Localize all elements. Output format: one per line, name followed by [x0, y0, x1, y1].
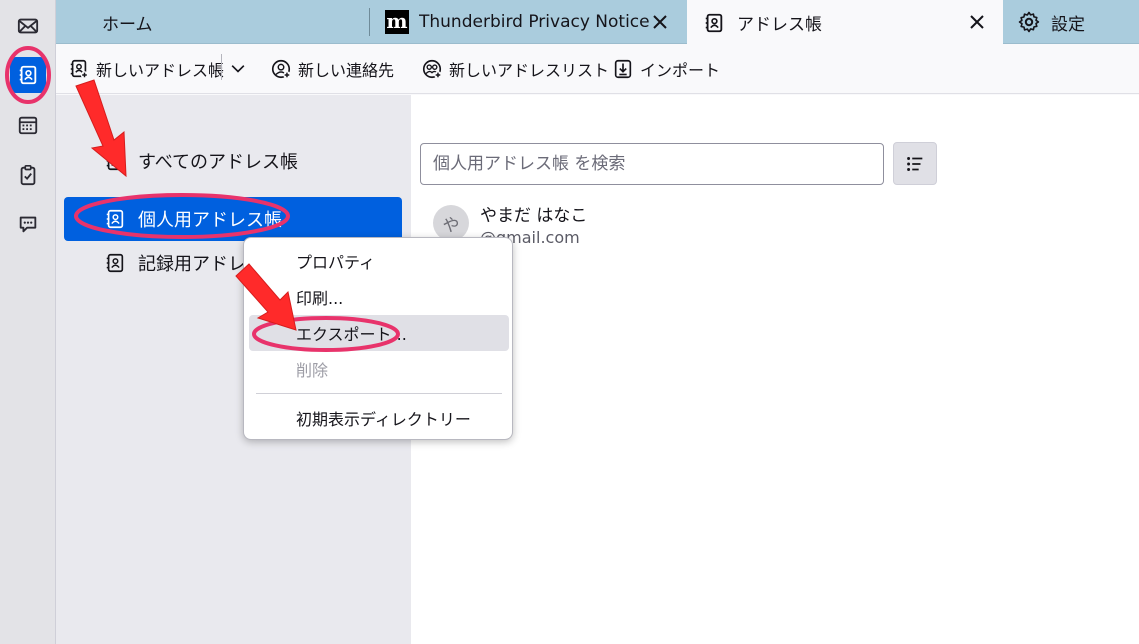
menu-item-print[interactable]: 印刷... — [249, 279, 509, 315]
addressbook-icon — [106, 209, 124, 229]
addressbook-icon — [106, 151, 124, 171]
addressbook-icon — [19, 65, 37, 85]
close-icon — [653, 15, 667, 29]
mozilla-favicon-icon: m — [385, 9, 409, 34]
mail-space-button[interactable] — [10, 8, 46, 44]
mail-icon — [17, 18, 39, 34]
new-list-button[interactable]: 新しいアドレスリスト — [421, 54, 609, 84]
addressbook-toolbar: 新しいアドレス帳 新しい連絡先 新しいアドレスリスト インポート — [56, 44, 1139, 94]
addressbook-space-button[interactable] — [10, 57, 46, 93]
close-icon — [970, 15, 984, 29]
book-context-menu: プロパティ 印刷... エクスポート... 削除 初期表示ディレクトリー — [243, 237, 513, 440]
book-label: すべてのアドレス帳 — [138, 152, 299, 173]
chat-icon — [19, 216, 37, 233]
tab-home[interactable]: ホーム — [56, 0, 369, 44]
list-options-icon — [907, 156, 923, 171]
spaces-toolbar — [0, 0, 56, 644]
gear-icon — [1018, 11, 1040, 33]
addressbook-icon — [106, 253, 124, 273]
tab-label: アドレス帳 — [737, 15, 822, 35]
new-addressbook-button[interactable]: 新しいアドレス帳 — [68, 54, 224, 84]
menu-item-export[interactable]: エクスポート... — [249, 315, 509, 351]
book-label: 個人用アドレス帳 — [138, 210, 282, 231]
addressbook-icon — [705, 13, 723, 32]
avatar: や — [433, 205, 469, 241]
tab-label: 設定 — [1051, 14, 1085, 35]
new-addressbook-icon — [70, 59, 89, 79]
new-contact-button[interactable]: 新しい連絡先 — [270, 54, 394, 84]
import-button[interactable]: インポート — [612, 54, 720, 84]
tab-separator — [369, 8, 370, 36]
import-label: インポート — [640, 61, 721, 80]
menu-item-default-directory[interactable]: 初期表示ディレクトリー — [249, 400, 509, 436]
tab-close-button[interactable] — [648, 10, 672, 34]
chevron-down-icon — [231, 65, 245, 73]
menu-item-delete: 削除 — [296, 361, 329, 380]
book-all[interactable]: すべてのアドレス帳 — [64, 139, 402, 183]
tab-bar: ホーム m Thunderbird Privacy Notice – Mozil… — [56, 0, 1139, 45]
book-personal[interactable]: 個人用アドレス帳 — [64, 197, 402, 241]
menu-separator — [256, 393, 502, 394]
contacts-pane: や やまだ はなこ @gmail.com — [411, 95, 1139, 644]
new-list-label: 新しいアドレスリスト — [449, 61, 610, 80]
tasks-icon — [20, 165, 36, 186]
tab-privacy-notice[interactable]: m Thunderbird Privacy Notice – Mozilla — [371, 0, 686, 44]
tab-label: ホーム — [102, 14, 153, 35]
tab-settings[interactable]: 設定 — [1004, 0, 1139, 44]
calendar-icon — [18, 116, 38, 135]
new-list-icon — [422, 59, 442, 79]
tab-label: Thunderbird Privacy Notice – Mozilla — [419, 12, 651, 32]
contact-name[interactable]: やまだ はなこ — [480, 201, 587, 226]
calendar-space-button[interactable] — [10, 107, 46, 143]
search-input[interactable] — [420, 143, 884, 185]
new-contact-icon — [271, 59, 291, 79]
menu-item-properties[interactable]: プロパティ — [249, 243, 509, 279]
display-options-button[interactable] — [893, 142, 937, 185]
toolbar-divider — [221, 54, 222, 80]
new-addressbook-dropdown[interactable] — [228, 54, 254, 84]
chat-space-button[interactable] — [10, 206, 46, 242]
tab-close-button[interactable] — [965, 10, 989, 34]
new-contact-label: 新しい連絡先 — [298, 61, 395, 80]
tasks-space-button[interactable] — [10, 157, 46, 193]
import-icon — [614, 59, 632, 79]
new-addressbook-label: 新しいアドレス帳 — [96, 61, 225, 80]
tab-addressbook[interactable]: アドレス帳 — [687, 0, 1003, 45]
